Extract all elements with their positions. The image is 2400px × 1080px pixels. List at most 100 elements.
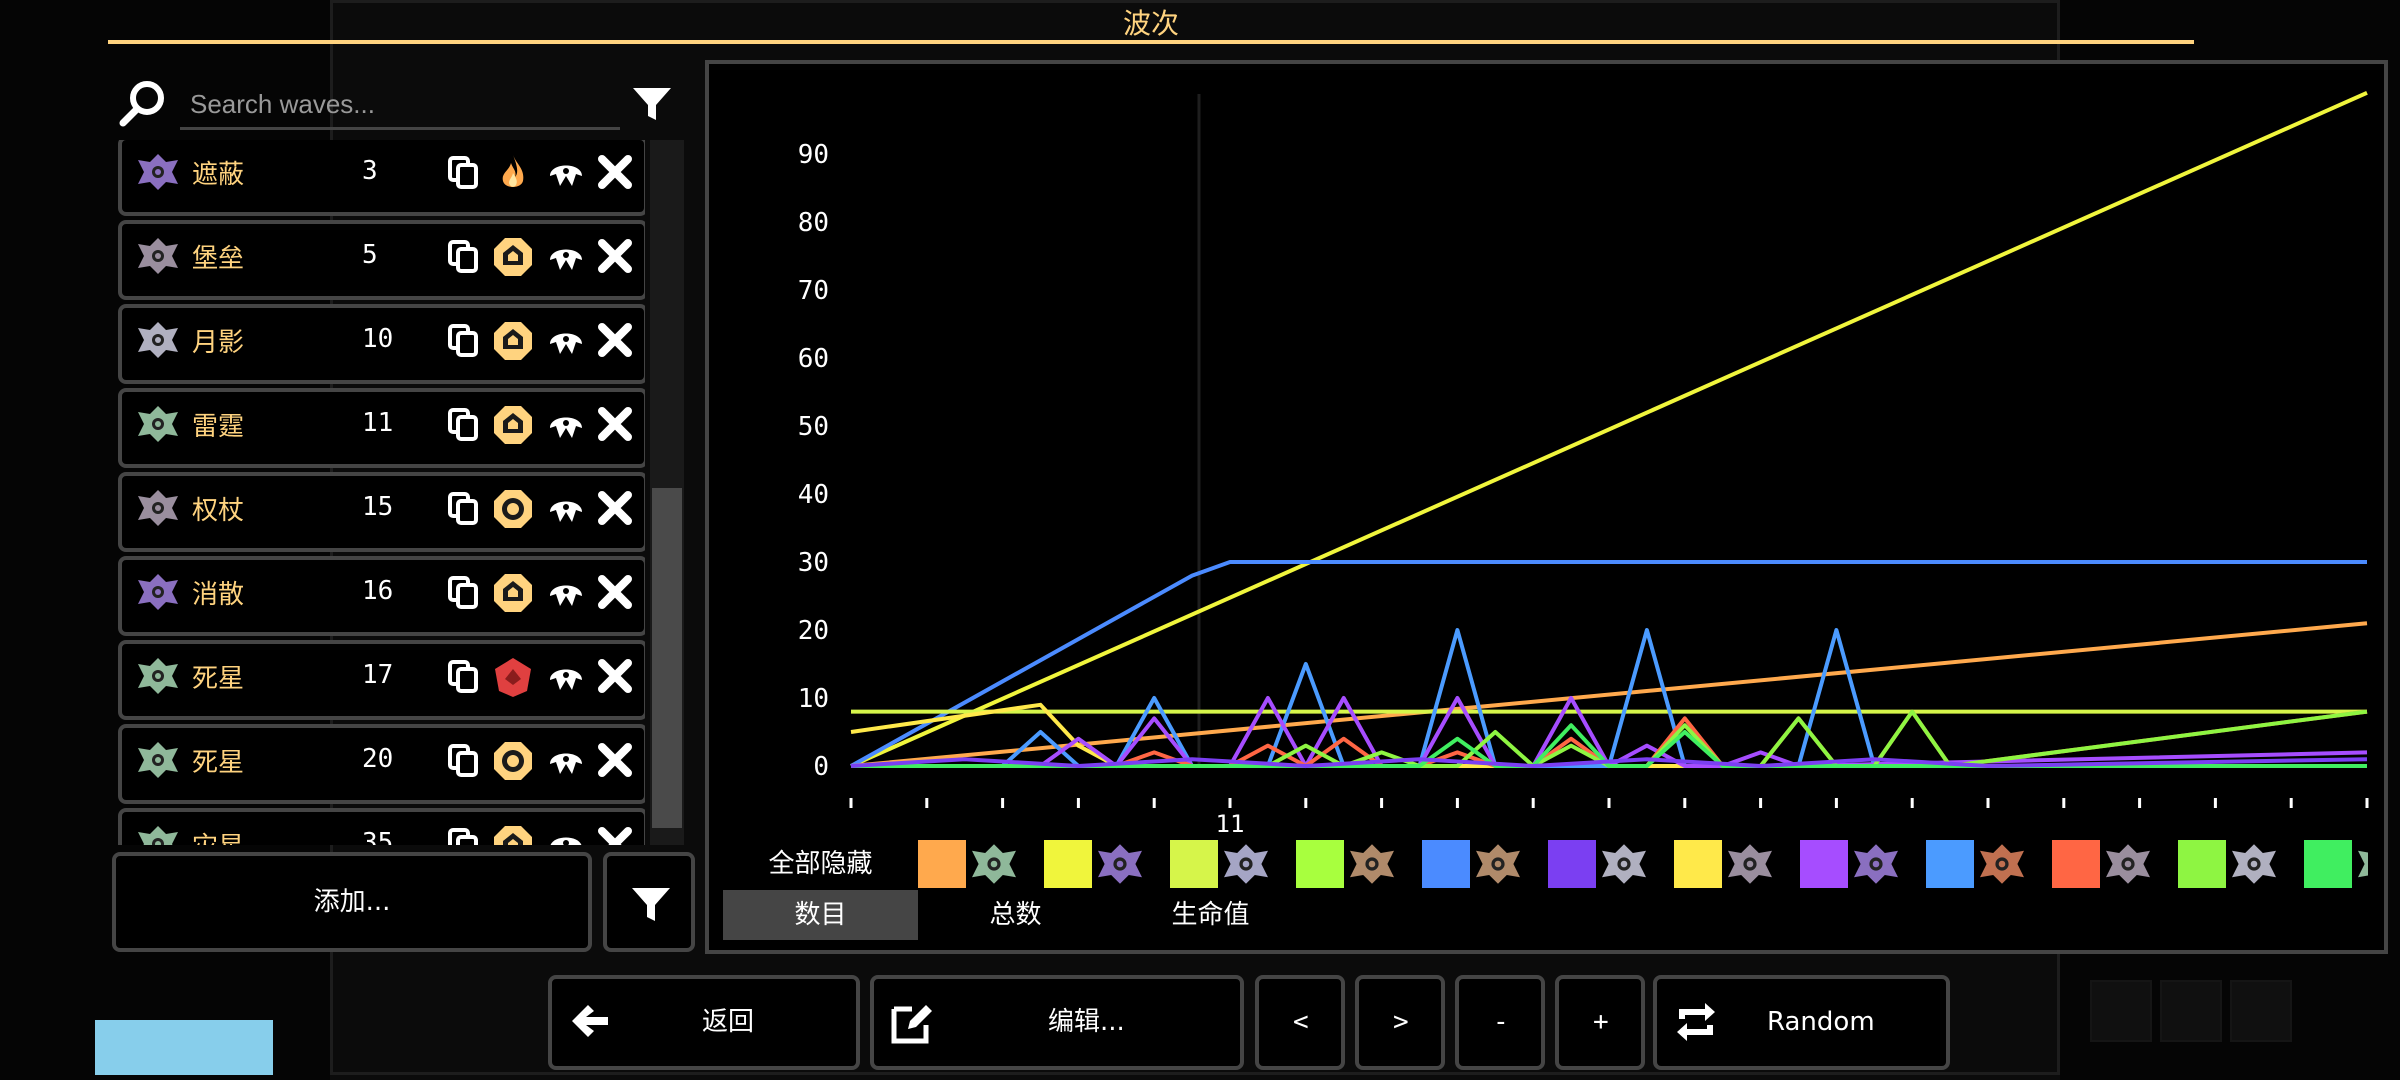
shield-icon[interactable] (546, 238, 586, 274)
previous-label: < (1293, 1007, 1309, 1037)
mode-tab[interactable]: 数目 (723, 890, 918, 940)
legend-item[interactable] (2178, 838, 2300, 890)
filter-icon[interactable] (630, 82, 674, 126)
shield-icon[interactable] (546, 154, 586, 190)
x-tick-label: 11 (1216, 810, 1245, 838)
delete-icon[interactable] (597, 826, 633, 845)
edit-button[interactable]: 编辑... (870, 975, 1244, 1070)
legend-swatch (2178, 840, 2226, 888)
wave-list-item[interactable]: 堡垒 5 (118, 220, 645, 300)
increase-button[interactable]: + (1555, 975, 1645, 1070)
unit-icon (136, 488, 180, 528)
wave-list-item[interactable]: 雷霆 11 (118, 388, 645, 468)
next-button[interactable]: > (1355, 975, 1445, 1070)
copy-icon[interactable] (447, 323, 479, 357)
overdrive-icon[interactable] (491, 487, 535, 531)
shield-icon[interactable] (546, 574, 586, 610)
copy-icon[interactable] (447, 659, 479, 693)
copy-icon[interactable] (447, 827, 479, 845)
boss-shield-icon[interactable] (491, 571, 535, 615)
delete-icon[interactable] (597, 742, 633, 778)
legend-item[interactable] (1422, 838, 1544, 890)
shield-icon[interactable] (546, 742, 586, 778)
search-input[interactable] (180, 82, 620, 130)
wave-list[interactable]: 遮蔽 3 堡垒 5 月影 10 雷霆 11 权杖 15 消散 16 死星 17 死星 20 灾星 35 (115, 140, 645, 845)
legend-item[interactable] (2052, 838, 2174, 890)
legend-item[interactable] (1296, 838, 1418, 890)
shield-icon[interactable] (546, 658, 586, 694)
boss-shield-icon[interactable] (491, 823, 535, 845)
copy-icon[interactable] (447, 491, 479, 525)
shield-icon[interactable] (546, 322, 586, 358)
copy-icon[interactable] (447, 407, 479, 441)
shield-icon[interactable] (546, 826, 586, 845)
unit-icon (1976, 842, 2028, 886)
damage-icon[interactable] (491, 655, 535, 699)
legend-item[interactable] (918, 838, 1040, 890)
legend-item[interactable] (1674, 838, 1796, 890)
delete-icon[interactable] (597, 406, 633, 442)
wave-number: 15 (362, 492, 394, 522)
legend-item[interactable] (1800, 838, 1922, 890)
wave-list-item[interactable]: 权杖 15 (118, 472, 645, 552)
overdrive-icon[interactable] (491, 739, 535, 783)
unit-icon (1472, 842, 1524, 886)
shield-icon[interactable] (546, 490, 586, 526)
copy-icon[interactable] (447, 239, 479, 273)
boss-shield-icon[interactable] (491, 403, 535, 447)
back-label: 返回 (702, 1007, 755, 1037)
wave-list-item[interactable]: 月影 10 (118, 304, 645, 384)
arrow-left-icon (572, 1005, 608, 1037)
increase-label: + (1593, 1007, 1609, 1037)
boss-shield-icon[interactable] (491, 235, 535, 279)
mode-tab[interactable]: 总数 (918, 890, 1113, 940)
random-button[interactable]: Random (1653, 975, 1950, 1070)
legend-swatch (1170, 840, 1218, 888)
legend-item[interactable] (1926, 838, 2048, 890)
wave-list-item[interactable]: 死星 17 (118, 640, 645, 720)
previous-button[interactable]: < (1255, 975, 1345, 1070)
wave-list-item[interactable]: 消散 16 (118, 556, 645, 636)
mode-tab[interactable]: 生命值 (1113, 890, 1308, 940)
y-tick-label: 60 (798, 344, 829, 374)
legend-item[interactable] (1044, 838, 1166, 890)
legend-swatch (1422, 840, 1470, 888)
legend-item[interactable] (2304, 838, 2368, 890)
decrease-button[interactable]: - (1455, 975, 1545, 1070)
delete-icon[interactable] (597, 574, 633, 610)
refresh-icon (1677, 1003, 1715, 1041)
copy-icon[interactable] (447, 575, 479, 609)
hide-all-button[interactable]: 全部隐藏 (723, 838, 918, 890)
unit-icon (2102, 842, 2154, 886)
delete-icon[interactable] (597, 322, 633, 358)
legend-item[interactable] (1170, 838, 1292, 890)
legend-swatch (2304, 840, 2352, 888)
back-button[interactable]: 返回 (548, 975, 860, 1070)
delete-icon[interactable] (597, 490, 633, 526)
filter-button[interactable] (603, 852, 695, 952)
y-tick-label: 80 (798, 208, 829, 238)
delete-icon[interactable] (597, 154, 633, 190)
shield-icon[interactable] (546, 406, 586, 442)
list-scrollbar[interactable] (652, 488, 682, 828)
unit-icon (2354, 842, 2368, 886)
edit-label: 编辑... (1048, 1007, 1125, 1037)
wave-list-item[interactable]: 死星 20 (118, 724, 645, 804)
y-tick-label: 30 (798, 548, 829, 578)
delete-icon[interactable] (597, 658, 633, 694)
copy-icon[interactable] (447, 743, 479, 777)
dialog-title: 波次 (1122, 7, 1179, 40)
wave-list-item[interactable]: 遮蔽 3 (118, 140, 645, 216)
add-wave-button[interactable]: 添加... (112, 852, 592, 952)
color-block (95, 1020, 273, 1075)
delete-icon[interactable] (597, 238, 633, 274)
y-tick-label: 20 (798, 616, 829, 646)
copy-icon[interactable] (447, 155, 479, 189)
boss-shield-icon[interactable] (491, 319, 535, 363)
fire-icon[interactable] (491, 151, 535, 195)
unit-icon (1724, 842, 1776, 886)
legend-item[interactable] (1548, 838, 1670, 890)
wave-list-item[interactable]: 灾星 35 (118, 808, 645, 845)
wave-number: 17 (362, 660, 394, 690)
title-bar: 波次 (108, 0, 2194, 44)
